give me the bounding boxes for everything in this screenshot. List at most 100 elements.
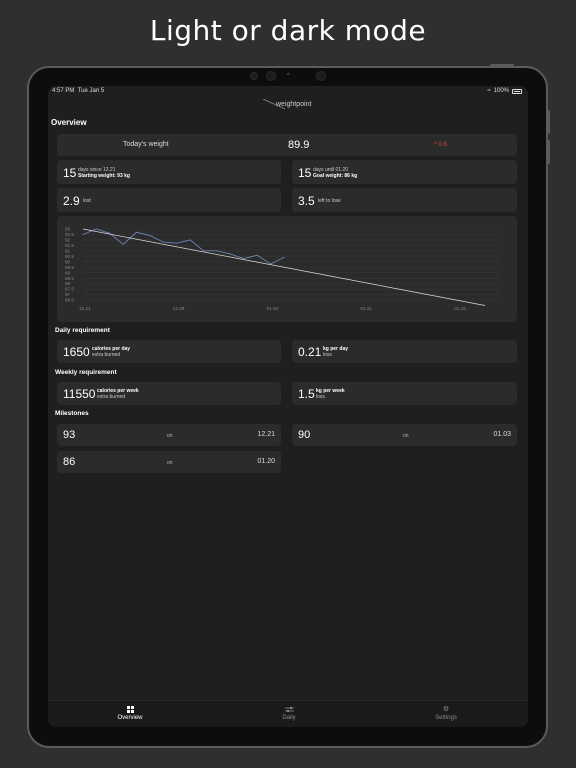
weight-change: ^ 0.6 (434, 142, 447, 148)
y-tick-label: 86.5 (65, 298, 74, 303)
y-tick-label: 92 (65, 238, 71, 243)
daily-calories-value: 1650 (63, 345, 90, 359)
weight-point (136, 231, 138, 233)
x-tick-label: 01.04 (267, 306, 279, 311)
milestone-on-label: on (167, 460, 173, 466)
sensor-icon: ^ (287, 73, 290, 79)
weight-point (243, 257, 245, 259)
camera-icon (250, 72, 258, 80)
weekly-calories-value: 11550 (63, 387, 96, 401)
milestone-on-label: on (403, 433, 409, 439)
x-tick-label: 12.28 (173, 306, 185, 311)
left-to-lose-card: 3.5 left to lose (292, 188, 517, 212)
volume-button (547, 110, 550, 134)
x-tick-label: 01.11 (360, 306, 372, 311)
weekly-calories-text: calories per week extra burned (97, 388, 139, 400)
milestones-title: Milestones (55, 410, 89, 417)
y-tick-label: 88 (65, 281, 71, 286)
days-until-card: 15 days until 01.20 Goal weight: 86 kg (292, 160, 517, 184)
weight-point (162, 241, 164, 243)
weight-point (95, 228, 97, 230)
x-tick-label: 01.18 (454, 306, 466, 311)
weekly-requirement-title: Weekly requirement (55, 369, 117, 376)
weight-point (176, 242, 178, 244)
x-tick-label: 12.21 (79, 306, 91, 311)
days-since-value: 15 (63, 166, 77, 180)
y-tick-label: 91.5 (65, 243, 74, 248)
sliders-icon (249, 706, 329, 713)
weight-point (149, 235, 151, 237)
y-tick-label: 89 (65, 270, 71, 275)
days-since-text: days since 12.21 Starting weight: 93 kg (78, 167, 130, 179)
tab-settings[interactable]: ⚙ Settings (406, 706, 486, 721)
tab-daily[interactable]: Daily (249, 706, 329, 721)
weight-chart-card: 93 92.5 92 91.5 91 90.5 90 89.5 89 88.5 88 87.5 87 86… (57, 216, 517, 322)
grid-icon (90, 706, 170, 713)
tab-overview-label: Overview (117, 715, 143, 721)
y-tick-label: 89.5 (65, 265, 74, 270)
weekly-kg-card: 1.5 kg per week loss (292, 382, 517, 405)
camera-icon (266, 71, 276, 81)
weight-point (203, 250, 205, 252)
weight-point (189, 239, 191, 241)
y-tick-label: 87 (65, 292, 71, 297)
todays-weight-value: 89.9 (288, 139, 310, 151)
app-screen: 4:57 PM Tue Jan 5 ≈ 100% weightpoint Ove… (48, 86, 528, 727)
daily-calories-text: calories per day extra burned (92, 346, 131, 358)
milestone-on-label: on (167, 433, 173, 439)
battery-percent: 100% (493, 88, 509, 94)
milestone-weight: 86 (63, 456, 76, 468)
tab-bar: Overview Daily ⚙ Settings (48, 700, 528, 727)
lost-value: 2.9 (63, 194, 80, 208)
y-tick-label: 87.5 (65, 287, 74, 292)
y-tick-label: 92.5 (65, 232, 74, 237)
milestone-date: 01.20 (257, 458, 275, 465)
marketing-headline: Light or dark mode (149, 14, 427, 47)
weight-point (256, 254, 258, 256)
weight-point (122, 243, 124, 245)
wifi-icon: ≈ (487, 88, 491, 94)
volume-button (547, 140, 550, 164)
milestone-weight: 90 (298, 429, 311, 441)
lost-label: lost (83, 198, 91, 204)
power-button (490, 64, 514, 67)
left-to-lose-label: left to lose (318, 198, 341, 204)
weight-point (229, 253, 231, 255)
gear-icon: ⚙ (442, 706, 450, 713)
tab-overview[interactable]: Overview (90, 706, 170, 721)
y-tick-label: 91 (65, 248, 71, 253)
daily-kg-value: 0.21 (298, 345, 322, 359)
weekly-kg-text: kg per week loss (316, 388, 345, 400)
daily-calories-card: 1650 calories per day extra burned (57, 340, 281, 363)
page-title: Overview (51, 118, 87, 127)
y-tick-label: 90.5 (65, 254, 74, 259)
weight-point (283, 256, 285, 258)
milestone-card[interactable]: 86 on 01.20 (57, 451, 281, 473)
milestone-weight: 93 (63, 429, 76, 441)
weekly-kg-value: 1.5 (298, 387, 315, 401)
lost-card: 2.9 lost (57, 188, 281, 212)
y-tick-label: 88.5 (65, 276, 74, 281)
camera-icon (316, 71, 326, 81)
daily-requirement-title: Daily requirement (55, 327, 110, 334)
milestone-date: 12.21 (257, 431, 275, 438)
milestone-card[interactable]: 90 on 01.03 (292, 424, 517, 446)
milestone-card[interactable]: 93 on 12.21 (57, 424, 281, 446)
status-time: 4:57 PM Tue Jan 5 (52, 88, 105, 94)
weekly-calories-card: 11550 calories per week extra burned (57, 382, 281, 405)
todays-weight-label: Today's weight (123, 141, 169, 148)
battery-icon (512, 88, 522, 94)
daily-kg-text: kg per day loss (323, 346, 349, 358)
days-until-value: 15 (298, 166, 312, 180)
weight-chart: 9392.59291.59190.59089.58988.58887.58786… (65, 227, 499, 311)
days-until-text: days until 01.20 Goal weight: 86 kg (313, 167, 358, 179)
status-right: ≈ 100% (487, 88, 522, 94)
app-logo: weightpoint (263, 99, 311, 110)
weight-point (216, 250, 218, 252)
tab-settings-label: Settings (435, 715, 457, 721)
todays-weight-card[interactable]: Today's weight 89.9 ^ 0.6 (57, 134, 517, 156)
y-tick-label: 90 (65, 259, 71, 264)
left-to-lose-value: 3.5 (298, 194, 315, 208)
weight-point (82, 233, 84, 235)
status-bar: 4:57 PM Tue Jan 5 ≈ 100% (48, 86, 528, 98)
